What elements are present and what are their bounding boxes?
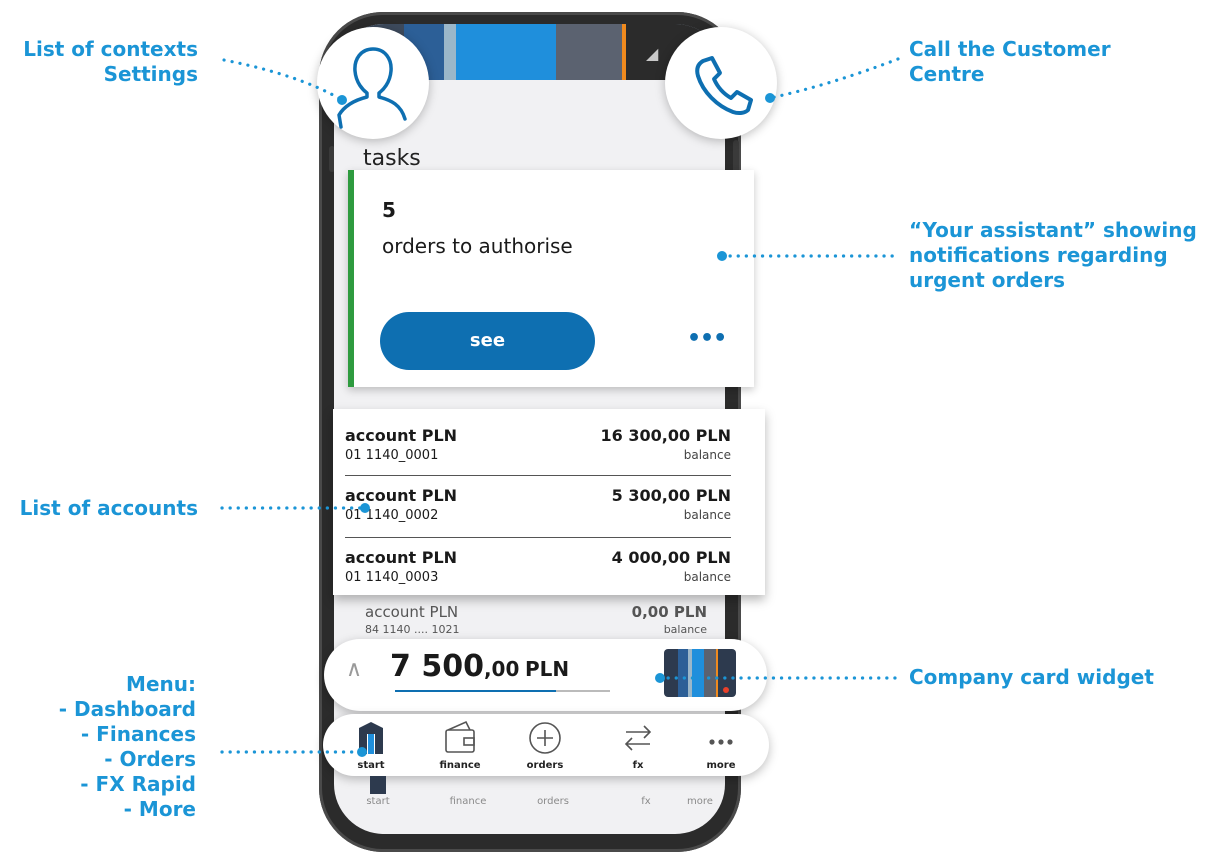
account-number: 84 1140 .... 1021 bbox=[365, 623, 460, 636]
assistant-card: 5 orders to authorise see ••• bbox=[348, 170, 754, 387]
tasks-title: tasks bbox=[363, 146, 421, 171]
nav-item-finance[interactable]: finance bbox=[420, 714, 500, 776]
account-name: account PLN bbox=[345, 426, 458, 445]
building-icon bbox=[359, 722, 383, 754]
total-balance-widget: ∧ 7 500,00 PLN bbox=[324, 639, 767, 711]
total-progress-fill bbox=[395, 690, 557, 692]
total-amount-main: 7 500 bbox=[390, 649, 484, 684]
bottom-nav: start finance orders fx more bbox=[323, 714, 769, 776]
annotation-line: - Orders bbox=[104, 747, 196, 771]
annotation-line: - FX Rapid bbox=[80, 772, 196, 796]
exchange-arrows-icon bbox=[624, 725, 652, 751]
account-number: 01 1140_0003 bbox=[345, 570, 439, 585]
annotation-line: Company card widget bbox=[909, 665, 1154, 689]
divider bbox=[345, 537, 731, 538]
annotation-line: urgent orders bbox=[909, 268, 1065, 292]
nav-label: fx bbox=[632, 760, 644, 771]
plus-circle-icon bbox=[529, 722, 561, 754]
nav-label: finance bbox=[439, 760, 481, 771]
profile-button[interactable] bbox=[317, 27, 429, 139]
assistant-count: 5 bbox=[382, 198, 396, 222]
annotation-call-centre: Call the Customer Centre bbox=[909, 37, 1111, 87]
nav-label: finance bbox=[449, 796, 487, 807]
card-stripe bbox=[704, 649, 716, 697]
annotation-menu: Menu: - Dashboard - Finances - Orders - … bbox=[59, 672, 196, 822]
account-name: account PLN bbox=[365, 603, 459, 621]
annotation-line: - Dashboard bbox=[58, 697, 196, 721]
nav-item-start[interactable]: start bbox=[331, 714, 411, 776]
nav-label: orders bbox=[537, 796, 569, 807]
annotation-line: Centre bbox=[909, 62, 985, 86]
assistant-text: orders to authorise bbox=[382, 234, 573, 258]
nav-label: start bbox=[366, 796, 390, 807]
assistant-accent-bar bbox=[348, 170, 354, 387]
account-name: account PLN bbox=[345, 486, 458, 505]
annotation-line: “Your assistant” showing bbox=[909, 218, 1197, 242]
building-icon bbox=[370, 776, 386, 794]
total-progress-track bbox=[395, 690, 610, 692]
annotation-line: List of contexts bbox=[23, 37, 198, 61]
status-bar-segment bbox=[456, 24, 556, 80]
annotation-line: - More bbox=[123, 797, 196, 821]
assistant-more-icon[interactable]: ••• bbox=[687, 326, 727, 351]
total-currency: PLN bbox=[524, 657, 570, 681]
leader-line-call bbox=[768, 57, 900, 100]
nav-item-more[interactable]: more bbox=[681, 714, 761, 776]
annotation-line: List of accounts bbox=[19, 496, 198, 520]
account-amount: 4 000,00 PLN bbox=[611, 548, 731, 567]
account-balance-label: balance bbox=[663, 623, 707, 636]
see-button[interactable]: see bbox=[380, 312, 595, 370]
annotation-line: Settings bbox=[103, 62, 198, 86]
chevron-up-icon[interactable]: ∧ bbox=[346, 657, 362, 682]
background-nav: start finance orders fx more bbox=[340, 776, 720, 816]
account-amount: 5 300,00 PLN bbox=[611, 486, 731, 505]
user-icon bbox=[337, 47, 407, 129]
account-balance-label: balance bbox=[683, 570, 731, 584]
company-card-icon[interactable] bbox=[664, 649, 736, 697]
nav-label: more bbox=[706, 760, 736, 771]
status-bar-segment bbox=[556, 24, 622, 80]
annotation-line: Menu: bbox=[126, 672, 196, 696]
account-amount: 0,00 PLN bbox=[631, 603, 707, 621]
account-number: 01 1140_0002 bbox=[345, 508, 439, 523]
total-amount: 7 500,00 PLN bbox=[390, 649, 569, 684]
nav-label: fx bbox=[641, 796, 651, 807]
account-balance-label: balance bbox=[683, 448, 731, 462]
nav-item-orders[interactable]: orders bbox=[505, 714, 585, 776]
annotation-contexts-settings: List of contexts Settings bbox=[23, 37, 198, 87]
annotation-line: Call the Customer bbox=[909, 37, 1111, 61]
nav-label: orders bbox=[526, 760, 564, 771]
more-dots-icon bbox=[709, 739, 733, 745]
wallet-icon bbox=[445, 720, 475, 753]
accounts-list: account PLN 01 1140_0001 16 300,00 PLN b… bbox=[333, 409, 765, 595]
account-row[interactable]: account PLN 01 1140_0001 16 300,00 PLN b… bbox=[345, 426, 731, 486]
account-number: 01 1140_0001 bbox=[345, 448, 439, 463]
card-stripe bbox=[716, 649, 718, 697]
divider bbox=[345, 475, 731, 476]
annotation-company-card: Company card widget bbox=[909, 665, 1154, 690]
nav-label: more bbox=[687, 796, 713, 807]
nav-item-fx[interactable]: fx bbox=[598, 714, 678, 776]
nav-label: start bbox=[357, 760, 385, 771]
status-bar-segment bbox=[444, 24, 456, 80]
account-balance-label: balance bbox=[683, 508, 731, 522]
account-name: account PLN bbox=[345, 548, 458, 567]
account-row[interactable]: account PLN 01 1140_0003 4 000,00 PLN ba… bbox=[345, 548, 731, 608]
account-amount: 16 300,00 PLN bbox=[600, 426, 731, 445]
call-button[interactable] bbox=[665, 27, 777, 139]
card-stripe bbox=[692, 649, 704, 697]
background-account-row[interactable]: account PLN 84 1140 .... 1021 0,00 PLN b… bbox=[365, 603, 707, 643]
annotation-accounts: List of accounts bbox=[20, 496, 198, 521]
annotation-assistant: “Your assistant” showing notifications r… bbox=[909, 218, 1197, 293]
wifi-icon: ◢ bbox=[646, 44, 659, 63]
annotation-line: notifications regarding bbox=[909, 243, 1168, 267]
card-stripe bbox=[678, 649, 688, 697]
total-amount-cents: ,00 bbox=[483, 657, 520, 681]
annotation-line: - Finances bbox=[80, 722, 196, 746]
card-logo-icon bbox=[723, 687, 729, 693]
phone-icon bbox=[695, 56, 753, 116]
